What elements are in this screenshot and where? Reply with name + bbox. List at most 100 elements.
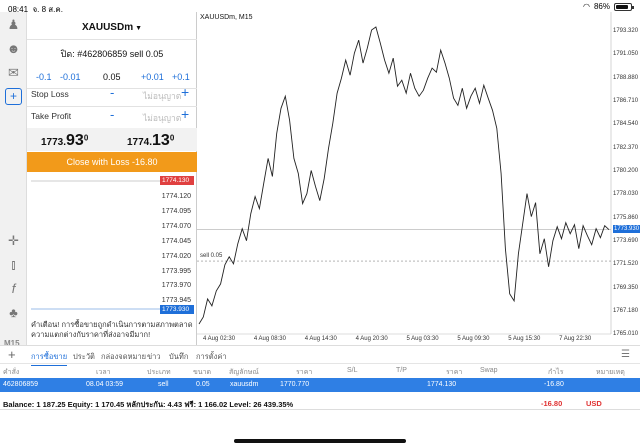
- tab-history[interactable]: ประวัติ: [73, 351, 95, 363]
- col-time: เวลา: [96, 369, 111, 376]
- y-tick-label: 1793.320: [613, 28, 639, 34]
- table-header: คำสั่ง เวลา ประเภท ขนาด สัญลักษณ์ ราคา S…: [0, 363, 640, 377]
- position-label: sell 0.05: [200, 253, 223, 260]
- cell-current-price: 1774.130: [427, 381, 457, 388]
- y-tick-label: 1782.370: [613, 144, 639, 151]
- order-title: ปิด: #462806859 sell 0.05: [60, 49, 164, 59]
- balance-currency: USD: [586, 399, 602, 408]
- col-order: คำสั่ง: [3, 369, 20, 376]
- y-tick-label: 1788.880: [613, 74, 639, 81]
- tab-news[interactable]: ข่าว: [147, 351, 161, 363]
- mini-tick-label: 1774.095: [161, 207, 191, 215]
- price-series-line: [198, 26, 610, 325]
- chevron-down-icon: ▼: [135, 25, 143, 32]
- user-plus-icon[interactable]: ☻: [5, 40, 22, 57]
- cell-order: 462806859: [3, 381, 39, 388]
- y-tick-label: 1775.860: [613, 214, 639, 221]
- col-type: ประเภท: [147, 369, 171, 376]
- chart-svg: [197, 12, 612, 335]
- tab-settings[interactable]: การตั้งค่า: [196, 351, 227, 363]
- y-tick-label: 1784.540: [613, 121, 639, 128]
- y-tick-label: 1765.010: [613, 331, 639, 338]
- add-icon[interactable]: +: [8, 347, 16, 362]
- tab-mailbox[interactable]: กล่องจดหมาย: [101, 351, 146, 363]
- y-tick-label: 1769.350: [613, 284, 639, 291]
- mini-tick-label: 1774.045: [161, 237, 191, 245]
- col-tp: T/P: [396, 367, 407, 374]
- y-tick-label: 1771.520: [613, 261, 639, 268]
- battery-percent: 86%: [593, 2, 610, 11]
- volume-plus-small-button[interactable]: +0.01: [141, 72, 164, 82]
- col-sl: S/L: [347, 367, 358, 374]
- cell-profit: -16.80: [544, 381, 564, 388]
- y-tick-label: 1778.030: [613, 191, 639, 198]
- col-price: ราคา: [296, 369, 313, 376]
- bid-price: 1773.930: [41, 132, 89, 149]
- ask-price: 1774.130: [127, 132, 175, 149]
- home-indicator: [234, 439, 406, 443]
- balance-profit: -16.80: [541, 399, 563, 408]
- col-symbol: สัญลักษณ์: [229, 369, 259, 376]
- take-profit-row: Take Profit - ไม่อนุญาต +: [27, 106, 197, 127]
- col-profit: กำไร: [548, 369, 564, 376]
- volume-value[interactable]: 0.05: [103, 72, 121, 82]
- y-tick-label: 1780.200: [613, 168, 639, 175]
- left-toolbar: ♟ ☻ ✉ + ✛ ⫾ f ♣ M15: [0, 12, 27, 348]
- tab-journal[interactable]: บันทึก: [169, 351, 188, 363]
- take-profit-minus-button[interactable]: -: [110, 107, 114, 122]
- stop-loss-input[interactable]: ไม่อนุญาต: [143, 89, 181, 103]
- col-volume: ขนาด: [193, 369, 212, 376]
- take-profit-plus-button[interactable]: +: [181, 106, 189, 122]
- col-current-price: ราคา: [446, 369, 463, 376]
- new-order-icon[interactable]: +: [5, 88, 22, 105]
- x-tick-label: 5 Aug 03:30: [406, 336, 439, 342]
- table-row[interactable]: 462806859 08.04 03:59 sell 0.05 xauusdm …: [0, 378, 640, 392]
- prices-bar: 1773.930 1774.130: [27, 128, 197, 151]
- chat-icon[interactable]: ✉: [5, 64, 22, 81]
- expand-icon[interactable]: ☰: [621, 349, 630, 360]
- mini-tick-label: 1774.020: [161, 252, 191, 260]
- balance-bar: Balance: 1 187.25 Equity: 1 170.45 หลักป…: [0, 396, 640, 410]
- cell-type: sell: [158, 381, 169, 388]
- price-chart[interactable]: XAUUSDm, M15 1793.320 1791.050 1788.880 178…: [197, 12, 640, 345]
- x-tick-label: 4 Aug 20:30: [355, 336, 388, 342]
- indicators-icon[interactable]: ⫾: [5, 256, 22, 273]
- cell-volume: 0.05: [196, 381, 210, 388]
- stop-loss-plus-button[interactable]: +: [181, 84, 189, 100]
- x-tick-label: 7 Aug 22:30: [559, 336, 592, 342]
- mini-tick-label: 1773.995: [161, 267, 191, 275]
- stop-loss-minus-button[interactable]: -: [110, 85, 114, 100]
- volume-minus-small-button[interactable]: -0.01: [60, 72, 81, 82]
- balance-text: Balance: 1 187.25 Equity: 1 170.45 หลักป…: [3, 400, 294, 409]
- take-profit-input[interactable]: ไม่อนุญาต: [143, 111, 181, 125]
- col-swap: Swap: [480, 367, 498, 374]
- col-comment: หมายเหตุ: [596, 369, 625, 376]
- y-tick-label: 1786.710: [613, 98, 639, 104]
- function-icon[interactable]: f: [5, 280, 22, 297]
- y-tick-label: 1773.690: [613, 238, 639, 245]
- objects-icon[interactable]: ♣: [5, 304, 22, 321]
- x-tick-label: 4 Aug 02:30: [203, 336, 236, 342]
- symbol-selector[interactable]: XAUUSDm ▼: [27, 22, 197, 33]
- order-panel: XAUUSDm ▼ ปิด: #462806859 sell 0.05 -0.1 …: [27, 12, 197, 345]
- volume-plus-big-button[interactable]: +0.1: [172, 72, 190, 82]
- y-tick-label: 1791.050: [613, 51, 639, 58]
- ask-label: 1774.130: [160, 176, 194, 185]
- take-profit-label: Take Profit: [31, 111, 72, 121]
- cell-price: 1770.770: [280, 381, 310, 388]
- current-price-label: 1773.930: [613, 225, 640, 234]
- tick-chart: 1774.130 1773.930 1774.120 1774.095 1774.0…: [27, 172, 197, 317]
- battery-icon: [614, 2, 634, 11]
- crosshair-icon[interactable]: ✛: [5, 232, 22, 249]
- mini-tick-label: 1774.070: [161, 222, 191, 230]
- volume-minus-big-button[interactable]: -0.1: [36, 72, 52, 82]
- account-icon[interactable]: ♟: [5, 16, 22, 33]
- terminal-tabs: + การซื้อขาย ประวัติ กล่องจดหมาย ข่าว บั…: [0, 345, 640, 366]
- mini-tick-label: 1774.120: [161, 193, 191, 200]
- mini-tick-label: 1773.945: [161, 297, 191, 305]
- close-with-loss-button[interactable]: Close with Loss -16.80: [27, 152, 197, 172]
- x-tick-label: 4 Aug 08:30: [253, 336, 286, 342]
- x-tick-label: 5 Aug 09:30: [457, 336, 490, 342]
- y-tick-label: 1767.180: [613, 308, 639, 315]
- wifi-icon: ◠: [583, 2, 590, 11]
